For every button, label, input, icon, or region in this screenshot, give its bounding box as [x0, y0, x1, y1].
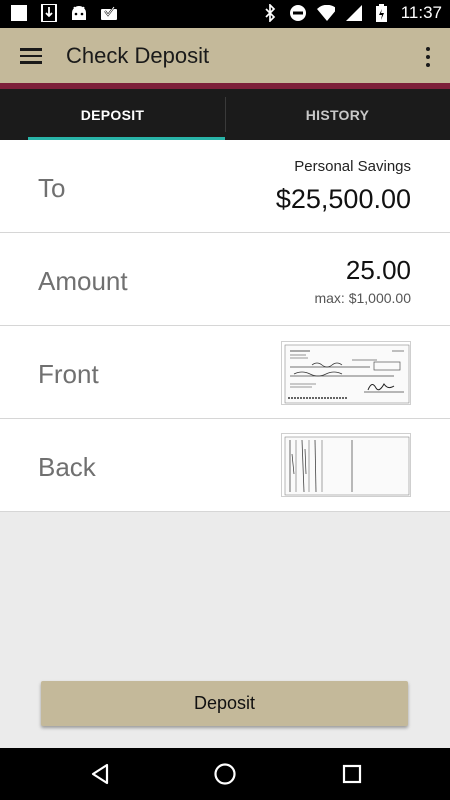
check-front-thumbnail[interactable] [281, 341, 411, 405]
android-icon [70, 4, 88, 22]
amount-value: 25.00 [345, 255, 411, 285]
amount-max: max: $1,000.00 [314, 290, 411, 306]
tab-divider [225, 97, 226, 132]
amount-label: Amount [38, 266, 128, 296]
status-bar: 11:37 [0, 0, 450, 28]
home-circle-icon[interactable] [213, 762, 237, 786]
to-label: To [38, 173, 66, 203]
tab-history[interactable]: HISTORY [225, 89, 450, 140]
to-account-row[interactable]: To Personal Savings $25,500.00 [0, 140, 450, 233]
wifi-icon [316, 4, 335, 22]
notification-square-icon [10, 4, 28, 22]
bluetooth-icon [261, 4, 279, 22]
check-back-thumbnail[interactable] [281, 433, 411, 497]
do-not-disturb-icon [289, 4, 307, 22]
download-icon [40, 4, 58, 22]
back-triangle-icon[interactable] [88, 762, 112, 786]
signal-icon [345, 4, 363, 22]
to-account-name: Personal Savings [294, 158, 411, 175]
front-image-row[interactable]: Front [0, 326, 450, 419]
battery-charging-icon [373, 4, 391, 22]
navigation-bar [0, 748, 450, 800]
deposit-button[interactable]: Deposit [41, 681, 408, 726]
deposit-form: To Personal Savings $25,500.00 Amount 25… [0, 140, 450, 512]
checkbox-tray-icon [100, 4, 118, 22]
page-title: Check Deposit [66, 43, 210, 68]
back-label: Back [38, 452, 96, 482]
back-image-row[interactable]: Back [0, 419, 450, 512]
tab-deposit[interactable]: DEPOSIT [0, 89, 225, 140]
tab-bar: DEPOSIT HISTORY [0, 89, 450, 140]
more-vert-icon[interactable] [424, 46, 432, 68]
app-bar: Check Deposit [0, 28, 450, 83]
hamburger-menu-icon[interactable] [20, 48, 42, 64]
to-account-balance: $25,500.00 [275, 184, 411, 214]
recents-square-icon[interactable] [340, 762, 364, 786]
amount-row[interactable]: Amount 25.00 max: $1,000.00 [0, 233, 450, 326]
status-time: 11:37 [400, 3, 442, 22]
front-label: Front [38, 359, 99, 389]
